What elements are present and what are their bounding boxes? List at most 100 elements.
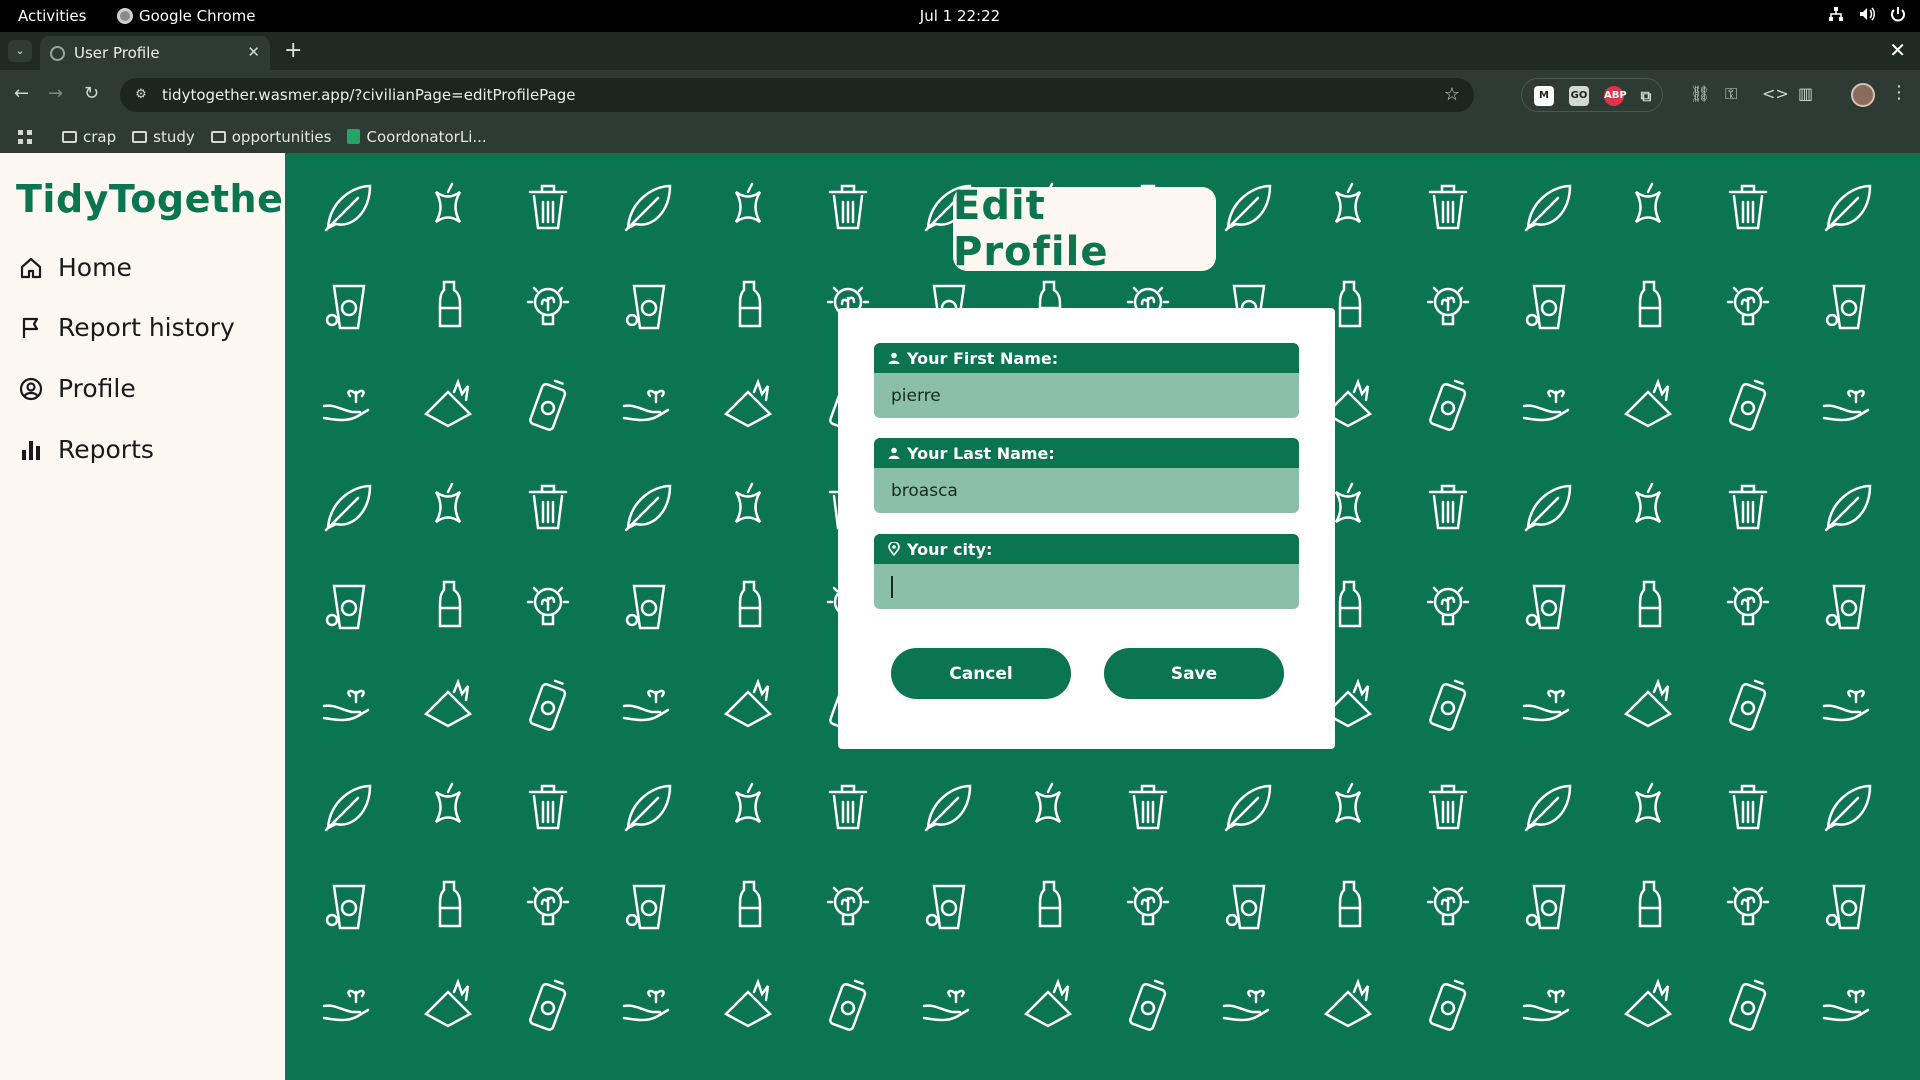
city-input[interactable] xyxy=(874,564,1299,609)
first-name-field: Your First Name: pierre xyxy=(874,343,1299,418)
eco-pattern-icon xyxy=(1127,979,1168,1033)
bookmark-star-icon[interactable]: ☆ xyxy=(1444,84,1460,105)
eco-pattern-icon xyxy=(1524,184,1572,232)
eco-pattern-icon xyxy=(1034,782,1062,824)
eco-pattern-icon xyxy=(924,784,972,832)
eco-pattern-icon xyxy=(325,884,366,930)
tab-search-button[interactable]: ⌄ xyxy=(8,40,32,62)
clock[interactable]: Jul 1 22:22 xyxy=(0,7,1920,25)
nav-item-report-history[interactable]: Report history xyxy=(18,313,235,342)
globe-icon xyxy=(50,45,65,61)
password-key-icon[interactable]: ⚿ xyxy=(1725,84,1737,104)
eco-pattern-icon xyxy=(1727,679,1768,733)
side-panel-icon[interactable]: ▥ xyxy=(1798,84,1813,103)
eco-pattern-icon xyxy=(1822,389,1870,422)
bookmarks-bar: crap study opportunities CoordonatorLi..… xyxy=(0,120,1920,153)
nav-label: Reports xyxy=(58,435,154,464)
back-button[interactable]: ← xyxy=(14,83,29,104)
nav-item-reports[interactable]: Reports xyxy=(18,435,154,464)
city-label: Your city: xyxy=(874,534,1299,564)
eco-pattern-icon xyxy=(1525,584,1566,630)
eco-pattern-icon xyxy=(625,584,666,630)
eco-pattern-icon xyxy=(527,679,568,733)
location-pin-icon xyxy=(888,542,900,556)
last-name-input[interactable]: broasca xyxy=(874,468,1299,513)
new-tab-button[interactable]: + xyxy=(284,38,302,63)
user-circle-icon xyxy=(18,376,44,402)
cancel-button[interactable]: Cancel xyxy=(891,648,1071,699)
nav-label: Profile xyxy=(58,374,136,403)
eco-pattern-icon xyxy=(1024,980,1072,1028)
first-name-input[interactable]: pierre xyxy=(874,373,1299,418)
save-button[interactable]: Save xyxy=(1104,648,1284,699)
bookmark-label: crap xyxy=(83,127,117,146)
eco-pattern-icon xyxy=(622,689,670,722)
flag-icon xyxy=(18,315,44,341)
eco-pattern-icon xyxy=(1726,886,1770,926)
nav-item-profile[interactable]: Profile xyxy=(18,374,136,403)
eco-pattern-icon xyxy=(624,184,672,232)
eco-pattern-icon xyxy=(1634,482,1662,524)
eco-pattern-icon xyxy=(1426,886,1470,926)
extensions-puzzle-icon[interactable]: ⧉ xyxy=(1636,86,1656,106)
site-info-icon[interactable]: ⚙ xyxy=(130,84,152,106)
eco-pattern-icon xyxy=(526,886,570,926)
eco-pattern-icon xyxy=(724,380,772,428)
close-tab-icon[interactable]: ✕ xyxy=(247,43,260,61)
address-bar[interactable]: ⚙ tidytogether.wasmer.app/?civilianPage=… xyxy=(120,78,1474,112)
os-top-bar: Activities Google Chrome Jul 1 22:22 xyxy=(0,0,1920,32)
reload-button[interactable]: ↻ xyxy=(84,83,99,104)
folder-icon xyxy=(132,130,148,143)
apps-grid-icon[interactable] xyxy=(18,129,32,144)
page-title-card: Edit Profile xyxy=(953,183,1216,275)
person-icon xyxy=(888,352,900,364)
extensions-group: M GO ABP ⧉ xyxy=(1521,78,1663,112)
tab-user-profile[interactable]: User Profile ✕ xyxy=(40,36,270,70)
eco-pattern-icon xyxy=(528,484,568,530)
eco-pattern-icon xyxy=(1638,880,1662,928)
eco-pattern-icon xyxy=(1428,784,1468,830)
brand-logo[interactable]: TidyTogether xyxy=(16,177,303,221)
eco-pattern-icon xyxy=(1624,980,1672,1028)
bookmark-folder[interactable]: opportunities xyxy=(210,128,331,146)
eco-pattern-icon xyxy=(828,184,868,230)
eco-pattern-icon xyxy=(528,184,568,230)
eco-pattern-icon xyxy=(738,280,762,328)
tab-title: User Profile xyxy=(74,44,160,62)
window-close-button[interactable]: ✕ xyxy=(1889,38,1906,62)
devtools-code-icon[interactable]: <> xyxy=(1762,84,1789,103)
bookmark-link[interactable]: CoordonatorLi... xyxy=(347,128,487,146)
eco-pattern-icon xyxy=(1624,380,1672,428)
eco-pattern-icon xyxy=(622,389,670,422)
system-tray[interactable] xyxy=(1828,6,1906,22)
link-icon[interactable]: ⛓ xyxy=(1690,84,1710,103)
profile-avatar[interactable] xyxy=(1851,83,1875,107)
eco-pattern-icon xyxy=(1338,280,1362,328)
bookmark-folder[interactable]: study xyxy=(132,128,195,146)
adblock-icon[interactable]: ABP xyxy=(1604,86,1627,106)
forward-button[interactable]: → xyxy=(48,83,63,104)
first-name-label-text: Your First Name: xyxy=(907,348,1059,368)
eco-pattern-icon xyxy=(526,286,570,326)
nav-item-home[interactable]: Home xyxy=(18,253,132,282)
city-field: Your city: xyxy=(874,534,1299,609)
eco-pattern-icon xyxy=(1822,689,1870,722)
volume-icon xyxy=(1860,7,1875,21)
nav-label: Report history xyxy=(58,313,235,342)
url-text[interactable]: tidytogether.wasmer.app/?civilianPage=ed… xyxy=(162,86,575,104)
eco-pattern-icon xyxy=(1726,586,1770,626)
eco-pattern-icon xyxy=(434,782,462,824)
eco-pattern-icon xyxy=(622,989,670,1022)
eco-pattern-icon xyxy=(1334,482,1362,524)
sidebar: TidyTogether Home Report history Profile… xyxy=(0,153,302,1080)
eco-pattern-icon xyxy=(925,884,966,930)
eco-pattern-icon xyxy=(1824,484,1872,532)
folder-icon xyxy=(62,130,77,143)
sheets-icon xyxy=(347,129,361,144)
eco-pattern-icon xyxy=(827,979,868,1033)
eco-pattern-icon xyxy=(734,482,762,524)
bookmark-folder[interactable]: crap xyxy=(62,128,116,146)
chrome-menu-icon[interactable]: ⋮ xyxy=(1890,82,1908,103)
extension-go-icon[interactable]: GO xyxy=(1569,86,1589,106)
extension-m-icon[interactable]: M xyxy=(1534,86,1554,106)
